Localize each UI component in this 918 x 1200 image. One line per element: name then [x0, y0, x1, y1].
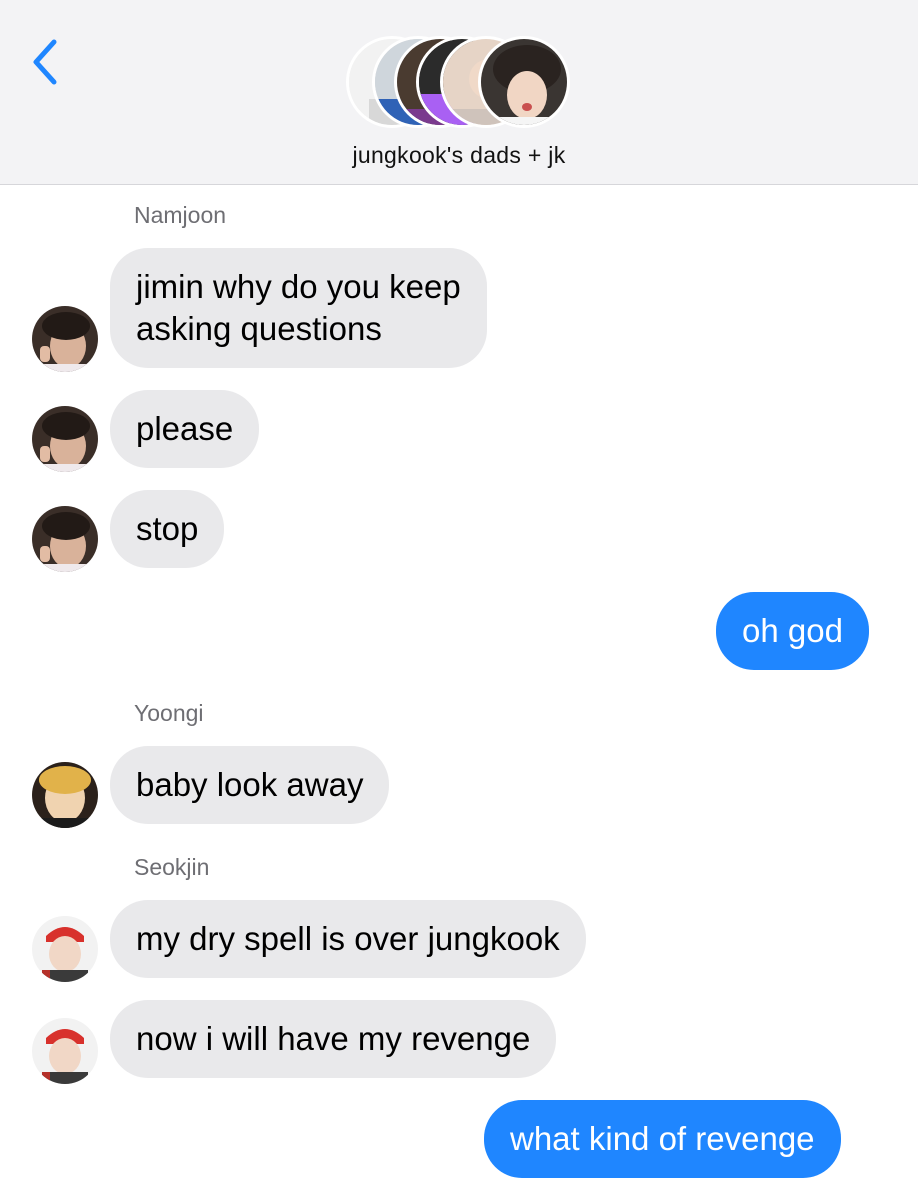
- message-text-line: jimin why do you keep: [136, 268, 461, 305]
- sender-name: Namjoon: [134, 202, 227, 228]
- message-text-line: what kind of revenge: [510, 1120, 815, 1157]
- chevron-left-icon: [33, 39, 57, 85]
- avatar: [32, 506, 98, 572]
- message-text-line: my dry spell is over jungkook: [136, 920, 560, 957]
- message-text-line: asking questions: [136, 310, 382, 347]
- avatar: [32, 916, 98, 982]
- message-bubble-outgoing[interactable]: oh god: [716, 592, 869, 670]
- avatar: [32, 1018, 98, 1084]
- avatar: [32, 406, 98, 472]
- avatar: [32, 306, 98, 372]
- message-text-line: baby look away: [136, 766, 364, 803]
- message-bubble-outgoing[interactable]: what kind of revenge: [484, 1100, 841, 1178]
- message-bubble[interactable]: jimin why do you keep asking questions: [110, 248, 487, 368]
- message-text-line: stop: [136, 510, 199, 547]
- message-bubble[interactable]: baby look away: [110, 746, 390, 824]
- message-bubble[interactable]: stop: [110, 490, 225, 568]
- conversation-header: jungkook's dads + jk: [0, 0, 918, 185]
- message-text-line: please: [136, 410, 234, 447]
- sender-name: Seokjin: [134, 854, 210, 880]
- avatar: [32, 762, 98, 828]
- message-text-line: oh god: [742, 612, 843, 649]
- sender-name: Yoongi: [134, 700, 204, 726]
- group-avatar-stack[interactable]: [346, 36, 572, 128]
- back-button[interactable]: [26, 36, 66, 88]
- conversation-title[interactable]: jungkook's dads + jk: [0, 142, 918, 169]
- message-bubble[interactable]: now i will have my revenge: [110, 1000, 557, 1078]
- group-avatar-6: [478, 36, 570, 128]
- message-bubble[interactable]: my dry spell is over jungkook: [110, 900, 586, 978]
- message-bubble[interactable]: please: [110, 390, 260, 468]
- message-text-line: now i will have my revenge: [136, 1020, 531, 1057]
